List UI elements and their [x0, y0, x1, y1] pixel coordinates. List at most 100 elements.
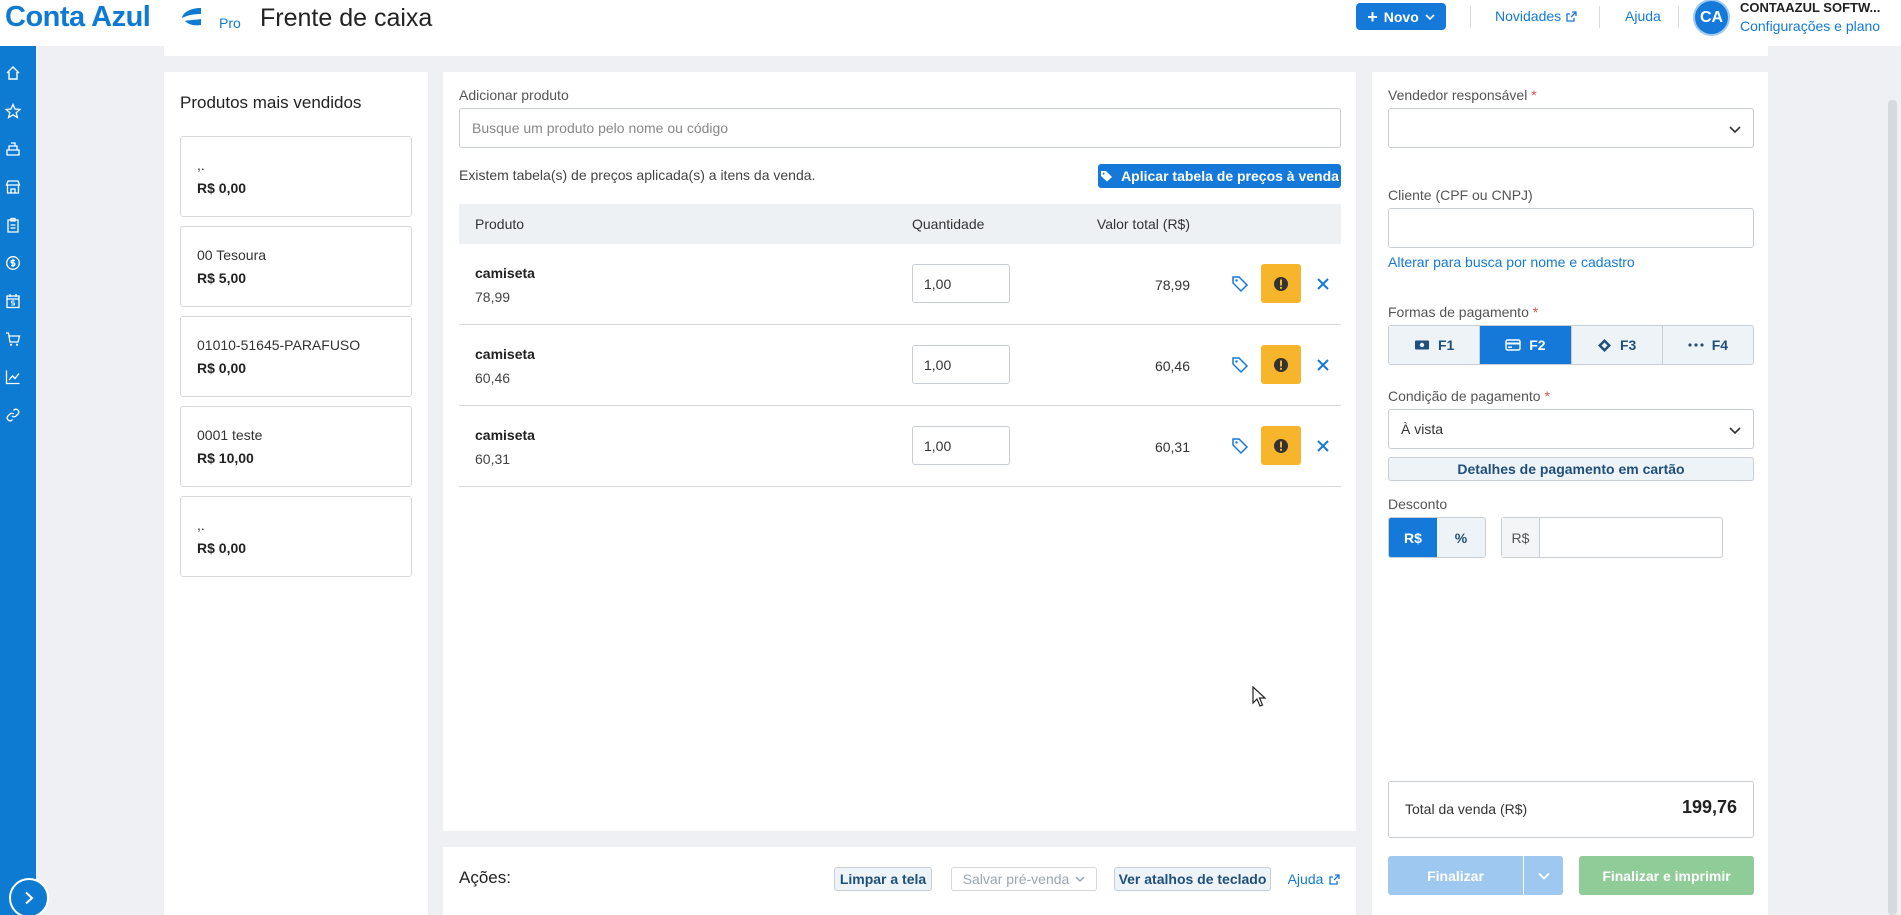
- product-price: R$ 0,00: [197, 360, 247, 376]
- discount-input[interactable]: R$: [1501, 517, 1723, 558]
- table-row: camiseta 60,31 1,00 60,31: [459, 406, 1341, 487]
- money-icon[interactable]: [5, 255, 21, 271]
- cash-register-icon[interactable]: [5, 141, 21, 157]
- chevron-down-icon: [1075, 876, 1085, 883]
- finish-and-print-button[interactable]: Finalizar e imprimir: [1579, 856, 1754, 895]
- star-icon[interactable]: [5, 103, 21, 119]
- product-price: R$ 5,00: [197, 270, 247, 286]
- chevron-down-icon: [1537, 872, 1550, 880]
- table-row: camiseta 78,99 1,00 78,99: [459, 244, 1341, 325]
- save-presale-button[interactable]: Salvar pré-venda: [951, 867, 1097, 891]
- exclamation-icon: [1274, 438, 1288, 453]
- discount-label: Desconto: [1388, 496, 1448, 512]
- home-icon[interactable]: [5, 65, 21, 81]
- price-table-info: Existem tabela(s) de preços aplicada(s) …: [459, 167, 816, 183]
- tag-icon[interactable]: [1231, 275, 1249, 293]
- finish-options-button[interactable]: [1524, 856, 1563, 895]
- discount-mode-percent[interactable]: %: [1437, 518, 1485, 557]
- payment-methods: F1 F2 F3 F4: [1388, 325, 1754, 365]
- help-link[interactable]: Ajuda: [1625, 8, 1661, 24]
- item-total: 60,46: [1154, 358, 1190, 374]
- external-link-icon: [1329, 873, 1341, 885]
- item-unit-price: 60,46: [475, 370, 511, 386]
- product-card[interactable]: ,. R$ 0,00: [180, 136, 412, 217]
- product-card[interactable]: 00 Tesoura R$ 5,00: [180, 226, 412, 307]
- clear-screen-button[interactable]: Limpar a tela: [834, 867, 932, 891]
- item-name: camiseta: [475, 265, 535, 281]
- pix-icon: [1597, 338, 1611, 352]
- finish-button[interactable]: Finalizar: [1388, 856, 1523, 895]
- more-icon: [1688, 343, 1704, 347]
- chart-icon[interactable]: [5, 369, 21, 385]
- payment-method-f2[interactable]: F2: [1480, 326, 1572, 364]
- chevron-down-icon: [1729, 427, 1741, 435]
- store-icon[interactable]: [5, 179, 21, 195]
- product-card[interactable]: 01010-51645-PARAFUSO R$ 0,00: [180, 316, 412, 397]
- seller-select[interactable]: [1388, 108, 1754, 148]
- keyboard-shortcuts-button[interactable]: Ver atalhos de teclado: [1114, 867, 1271, 891]
- apply-price-table-button[interactable]: Aplicar tabela de preços à venda: [1098, 164, 1341, 188]
- chevron-down-icon: [1425, 13, 1435, 20]
- product-card[interactable]: 0001 teste R$ 10,00: [180, 406, 412, 487]
- sale-total: Total da venda (R$) 199,76: [1388, 781, 1754, 838]
- external-link-icon: [1566, 10, 1577, 22]
- logo-mark-icon: [182, 8, 201, 26]
- payment-condition-select[interactable]: À vista: [1388, 409, 1754, 449]
- payment-method-f4[interactable]: F4: [1662, 326, 1753, 364]
- config-link[interactable]: Configurações e plano: [1740, 18, 1880, 34]
- sale-total-label: Total da venda (R$): [1405, 801, 1528, 817]
- item-name: camiseta: [475, 346, 535, 362]
- product-name: 01010-51645-PARAFUSO: [197, 337, 361, 353]
- payment-method-f3[interactable]: F3: [1571, 326, 1663, 364]
- product-search-input[interactable]: Busque um produto pelo nome ou código: [459, 108, 1341, 148]
- client-search-mode-link[interactable]: Alterar para busca por nome e cadastro: [1388, 254, 1635, 270]
- client-input[interactable]: [1388, 208, 1754, 248]
- quantity-input[interactable]: 1,00: [912, 264, 1010, 303]
- tag-icon[interactable]: [1231, 437, 1249, 455]
- warning-button[interactable]: [1261, 345, 1301, 384]
- calendar-money-icon[interactable]: [5, 293, 21, 309]
- page-title: Frente de caixa: [260, 4, 433, 32]
- news-link[interactable]: Novidades: [1495, 8, 1577, 24]
- tag-icon[interactable]: [1231, 356, 1249, 374]
- company-name[interactable]: CONTAAZUL SOFTW...: [1740, 0, 1900, 15]
- product-price: R$ 10,00: [197, 450, 254, 466]
- product-name: ,.: [197, 157, 205, 173]
- discount-prefix: R$: [1502, 518, 1540, 557]
- payment-method-f1[interactable]: F1: [1389, 326, 1481, 364]
- avatar[interactable]: CA: [1695, 1, 1728, 34]
- help-link[interactable]: Ajuda: [1286, 867, 1342, 891]
- item-total: 60,31: [1154, 439, 1190, 455]
- quantity-input[interactable]: 1,00: [912, 426, 1010, 465]
- payment-condition-label: Condição de pagamento *: [1388, 388, 1550, 404]
- warning-button[interactable]: [1261, 264, 1301, 303]
- actions-label: Ações:: [459, 868, 511, 887]
- col-total: Valor total (R$): [1096, 216, 1190, 232]
- discount-mode-currency[interactable]: R$: [1389, 518, 1437, 557]
- remove-icon[interactable]: [1314, 437, 1332, 455]
- product-price: R$ 0,00: [197, 540, 247, 556]
- card-payment-details-button[interactable]: Detalhes de pagamento em cartão: [1388, 457, 1754, 481]
- logo-pro-badge: Pro: [219, 15, 241, 31]
- sidebar-expand-button[interactable]: [9, 878, 49, 915]
- sub-header-strip: [164, 46, 1768, 56]
- item-unit-price: 78,99: [475, 289, 511, 305]
- page-scrollbar[interactable]: [1888, 100, 1897, 915]
- remove-icon[interactable]: [1314, 275, 1332, 293]
- quantity-input[interactable]: 1,00: [912, 345, 1010, 384]
- logo[interactable]: Conta Azul: [5, 1, 151, 34]
- cart-icon[interactable]: [5, 331, 21, 347]
- sidebar: [0, 46, 36, 915]
- plus-icon: +: [1367, 6, 1378, 27]
- clipboard-icon[interactable]: [5, 217, 21, 233]
- product-price: R$ 0,00: [197, 180, 247, 196]
- sale-total-value: 199,76: [1681, 797, 1737, 817]
- product-name: 00 Tesoura: [197, 247, 267, 263]
- remove-icon[interactable]: [1314, 356, 1332, 374]
- new-button[interactable]: + Novo: [1356, 3, 1446, 30]
- top-bar: Conta Azul Pro Frente de caixa + Novo No…: [0, 0, 1901, 46]
- product-card[interactable]: ,. R$ 0,00: [180, 496, 412, 577]
- link-icon[interactable]: [5, 407, 21, 423]
- warning-button[interactable]: [1261, 426, 1301, 465]
- divider: [1470, 6, 1471, 28]
